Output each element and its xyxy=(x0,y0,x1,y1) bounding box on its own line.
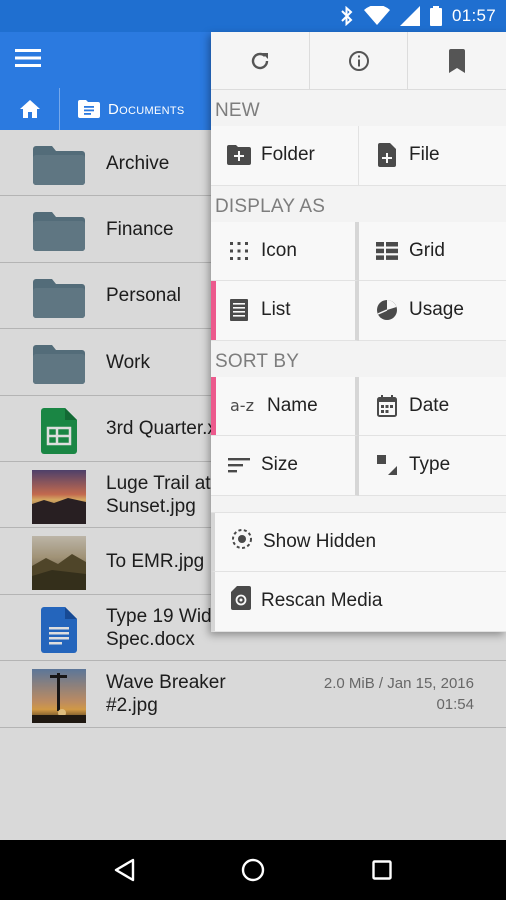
file-size-date: 2.0 MiB / Jan 15, 2016 xyxy=(323,675,474,693)
az-sort-icon: a-z xyxy=(230,396,254,416)
status-time: 01:57 xyxy=(451,6,496,25)
battery-icon xyxy=(429,6,442,26)
show-hidden-option[interactable]: Show Hidden xyxy=(211,512,506,572)
new-file-icon xyxy=(375,143,399,168)
breadcrumb-label: Documents xyxy=(108,100,185,118)
sort-size-label: Size xyxy=(261,454,298,476)
signal-icon xyxy=(399,6,420,26)
documents-folder-icon xyxy=(78,100,100,118)
bookmark-button[interactable] xyxy=(408,32,506,89)
file-name: Work xyxy=(106,351,150,373)
nav-recents-button[interactable] xyxy=(362,850,402,890)
section-header-new: NEW xyxy=(215,100,260,121)
display-list-label: List xyxy=(261,299,291,321)
overflow-menu: NEW Folder File DISPLAY AS Icon Grid Lis… xyxy=(211,32,506,632)
section-header-display: DISPLAY AS xyxy=(215,195,326,217)
show-hidden-label: Show Hidden xyxy=(263,530,377,552)
new-folder-label: Folder xyxy=(261,144,315,166)
display-grid-option[interactable]: Grid xyxy=(359,221,506,281)
folder-icon xyxy=(32,204,86,258)
file-name: To EMR.jpg xyxy=(106,550,205,572)
grid-list-icon xyxy=(375,239,399,263)
home-circle-icon xyxy=(241,858,265,882)
bookmark-icon xyxy=(449,48,466,73)
size-bars-icon xyxy=(227,453,251,477)
file-name-line2: Spec.docx xyxy=(106,628,195,650)
file-time: 01:54 xyxy=(436,696,474,714)
refresh-icon xyxy=(251,52,269,69)
display-options: Icon Grid List Usage xyxy=(211,221,506,341)
sort-options: a-z Name Date Size Type xyxy=(211,376,506,496)
display-list-option[interactable]: List xyxy=(211,281,359,341)
status-bar: 01:57 xyxy=(0,0,506,32)
sort-type-option[interactable]: Type xyxy=(359,436,506,496)
bluetooth-icon xyxy=(341,6,353,26)
hamburger-menu-icon xyxy=(15,49,41,67)
new-folder-icon xyxy=(227,143,251,167)
file-name: 3rd Quarter.x xyxy=(106,418,217,440)
nav-home-button[interactable] xyxy=(233,850,273,890)
breadcrumb-documents[interactable]: Documents xyxy=(60,88,184,130)
folder-icon xyxy=(32,138,86,192)
wifi-icon xyxy=(363,6,390,25)
file-name: Wave Breaker xyxy=(106,672,226,694)
photo-thumbnail xyxy=(32,669,86,724)
shapes-icon xyxy=(375,453,399,477)
photo-thumbnail xyxy=(32,469,86,524)
show-hidden-icon xyxy=(231,528,253,556)
rescan-media-option[interactable]: Rescan Media xyxy=(211,572,506,632)
display-usage-label: Usage xyxy=(409,299,464,321)
system-navigation-bar xyxy=(0,840,506,900)
sort-date-label: Date xyxy=(409,394,450,416)
pie-chart-icon xyxy=(375,298,399,322)
file-name: Personal xyxy=(106,285,181,307)
display-grid-label: Grid xyxy=(409,239,445,261)
file-name: Finance xyxy=(106,218,174,240)
sort-type-label: Type xyxy=(409,454,451,476)
info-icon xyxy=(348,50,369,71)
recents-icon xyxy=(371,860,392,880)
menu-action-bar xyxy=(211,32,506,90)
file-name: Archive xyxy=(106,152,170,174)
back-icon xyxy=(115,858,135,882)
file-name: Type 19 Wid xyxy=(106,605,212,627)
info-button[interactable] xyxy=(310,32,409,89)
file-row[interactable]: Wave Breaker #2.jpg 2.0 MiB / Jan 15, 201… xyxy=(0,661,506,728)
new-file-label: File xyxy=(409,144,440,166)
sd-card-icon xyxy=(231,586,251,616)
home-icon xyxy=(19,100,40,118)
display-icon-option[interactable]: Icon xyxy=(211,221,359,281)
sort-name-label: Name xyxy=(267,394,318,416)
folder-icon xyxy=(32,337,86,391)
folder-icon xyxy=(32,271,86,325)
new-folder-option[interactable]: Folder xyxy=(211,126,359,186)
display-icon-label: Icon xyxy=(261,239,297,261)
sort-size-option[interactable]: Size xyxy=(211,436,359,496)
list-icon xyxy=(227,298,251,322)
nav-back-button[interactable] xyxy=(104,850,144,890)
section-header-sort: SORT BY xyxy=(215,350,300,372)
photo-thumbnail xyxy=(32,536,86,591)
display-usage-option[interactable]: Usage xyxy=(359,281,506,341)
file-name-line2: Sunset.jpg xyxy=(106,495,196,517)
new-file-option[interactable]: File xyxy=(359,126,506,186)
refresh-button[interactable] xyxy=(211,32,310,89)
new-options: Folder File xyxy=(211,126,506,186)
spreadsheet-file-icon xyxy=(32,404,86,458)
home-breadcrumb-button[interactable] xyxy=(0,88,60,130)
document-file-icon xyxy=(32,603,86,657)
rescan-media-label: Rescan Media xyxy=(261,590,383,612)
navigation-menu-button[interactable] xyxy=(12,44,44,72)
file-name: Luge Trail at xyxy=(106,472,211,494)
calendar-icon xyxy=(375,394,399,418)
file-name-line2: #2.jpg xyxy=(106,695,158,717)
sort-name-option[interactable]: a-z Name xyxy=(211,376,359,436)
sort-date-option[interactable]: Date xyxy=(359,376,506,436)
dots-grid-icon xyxy=(227,239,251,263)
